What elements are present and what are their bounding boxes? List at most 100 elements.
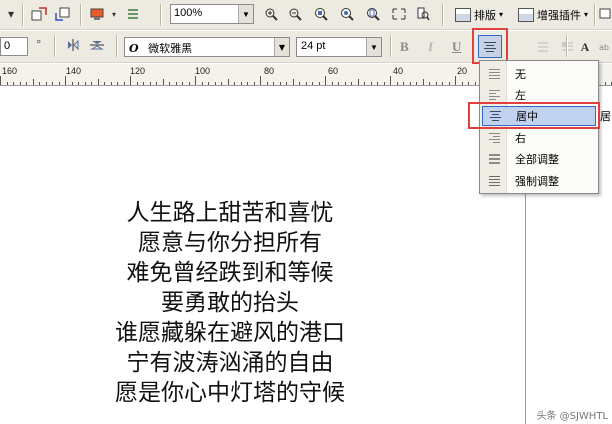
zoom-level-select[interactable]: 100% ▼: [170, 4, 254, 24]
ruler-label: 80: [264, 66, 275, 76]
ruler-tick: [214, 82, 216, 85]
align-right-label: 右: [515, 132, 526, 145]
ruler-tick: [117, 82, 118, 85]
ruler-tick: [45, 82, 47, 85]
ruler-tick: [247, 82, 248, 85]
ruler-tick: [169, 82, 170, 85]
bullet-list-icon[interactable]: [532, 37, 554, 57]
ruler-tick: [292, 79, 294, 85]
toolbar-separator: [80, 4, 82, 26]
character-formatting-icon[interactable]: A: [574, 37, 596, 57]
font-size-select[interactable]: 24 pt ▼: [296, 37, 382, 57]
toolbar-separator: [160, 4, 162, 26]
import-icon[interactable]: [28, 4, 50, 24]
ruler-tick: [377, 82, 378, 85]
underline-button[interactable]: U: [452, 39, 461, 55]
align-force-justify-option[interactable]: 强制调整: [482, 171, 596, 191]
zoom-to-page-height-icon[interactable]: [412, 4, 434, 24]
chevron-down-icon[interactable]: ▼: [238, 5, 253, 23]
toolbar-overflow-icon[interactable]: ▾: [0, 4, 22, 24]
ruler-tick: [370, 82, 372, 85]
ruler-tick: [91, 82, 92, 85]
ruler-tick: [364, 82, 365, 85]
application-launcher-icon[interactable]: [86, 4, 108, 24]
zoom-selected-icon[interactable]: [310, 4, 332, 24]
ruler-tick: [448, 82, 450, 85]
chevron-down-icon[interactable]: ▼: [366, 38, 381, 56]
italic-button[interactable]: I: [428, 39, 433, 55]
ruler-tick: [318, 82, 320, 85]
ruler-tick: [78, 82, 79, 85]
ruler-tick: [32, 79, 34, 85]
ruler-tick: [84, 82, 86, 85]
align-center-option[interactable]: 居中: [482, 106, 596, 126]
layout-menu-icon: [455, 7, 471, 22]
mirror-vertical-icon[interactable]: [86, 35, 108, 55]
zoom-page-icon[interactable]: [362, 4, 384, 24]
align-left-option[interactable]: 左: [482, 85, 596, 105]
align-right-option[interactable]: 右: [482, 128, 596, 148]
align-right-icon: [488, 133, 500, 143]
ruler-tick: [130, 76, 131, 85]
ruler-tick: [474, 82, 476, 85]
ruler-tick: [104, 82, 105, 85]
ruler-tick: [156, 82, 157, 85]
enhance-plugin-icon: [518, 7, 534, 22]
font-family-value: 微软雅黑: [148, 42, 193, 55]
overflow-menu-icon[interactable]: [598, 4, 612, 24]
poem-line: 要勇敢的抬头: [161, 290, 299, 316]
chevron-down-icon[interactable]: ▼: [274, 38, 289, 56]
chevron-down-icon: ▾: [499, 10, 504, 19]
degree-unit-label: °: [36, 38, 42, 51]
ruler-tick: [201, 82, 203, 85]
layout-menu-label: 排版: [474, 8, 496, 22]
zoom-out-icon[interactable]: [284, 4, 306, 24]
chevron-down-icon[interactable]: ▾: [108, 4, 120, 24]
ruler-label: 100: [195, 66, 211, 76]
ruler-tick: [468, 82, 469, 85]
ruler-tick: [52, 82, 53, 85]
ruler-tick: [279, 82, 281, 85]
ruler-tick: [227, 79, 229, 85]
zoom-all-objects-icon[interactable]: [336, 4, 358, 24]
align-none-option[interactable]: 无: [482, 64, 596, 84]
bold-button[interactable]: B: [400, 39, 409, 55]
angle-input[interactable]: 0: [0, 37, 28, 56]
enhance-plugin-label: 增强插件: [537, 8, 581, 22]
mirror-horizontal-icon[interactable]: [62, 35, 84, 55]
ruler-tick: [351, 82, 352, 85]
toolbar-separator: [442, 4, 444, 26]
layout-menu-button[interactable]: 排版 ▾: [455, 5, 503, 24]
export-icon[interactable]: [52, 4, 74, 24]
enhance-plugin-menu-button[interactable]: 增强插件 ▾: [518, 5, 588, 24]
ruler-tick: [39, 82, 40, 85]
align-left-icon: [488, 90, 500, 100]
align-full-justify-option[interactable]: 全部调整: [482, 149, 596, 169]
zoom-in-icon[interactable]: [260, 4, 282, 24]
ruler-tick: [325, 76, 326, 85]
edit-text-icon[interactable]: ab: [596, 37, 612, 57]
ruler-tick: [604, 82, 606, 85]
ruler-tick: [455, 76, 456, 85]
artistic-text-block[interactable]: 人生路上甜苦和喜忧 愿意与你分担所有 难免曾经跌到和等候 要勇敢的抬头 谁愿藏躲…: [40, 198, 420, 408]
poem-line: 愿意与你分担所有: [138, 230, 322, 256]
ruler-tick: [195, 76, 196, 85]
ruler-tick: [123, 82, 125, 85]
ruler-tick: [357, 79, 359, 85]
ruler-tick: [58, 82, 60, 85]
ruler-tick: [299, 82, 300, 85]
font-family-select[interactable]: O 微软雅黑 ▼: [124, 37, 290, 57]
ruler-label: 160: [2, 66, 18, 76]
ruler-tick: [175, 82, 177, 85]
align-left-label: 左: [515, 89, 526, 102]
ruler-tick: [390, 76, 391, 85]
options-icon[interactable]: [122, 4, 144, 24]
zoom-to-page-width-icon[interactable]: [388, 4, 410, 24]
text-alignment-button[interactable]: [478, 35, 502, 58]
ruler-tick: [110, 82, 112, 85]
align-force-justify-icon: [488, 176, 500, 186]
ruler-label: 140: [66, 66, 82, 76]
ruler-tick: [149, 82, 151, 85]
ruler-label: 60: [328, 66, 339, 76]
ruler-tick: [26, 82, 27, 85]
